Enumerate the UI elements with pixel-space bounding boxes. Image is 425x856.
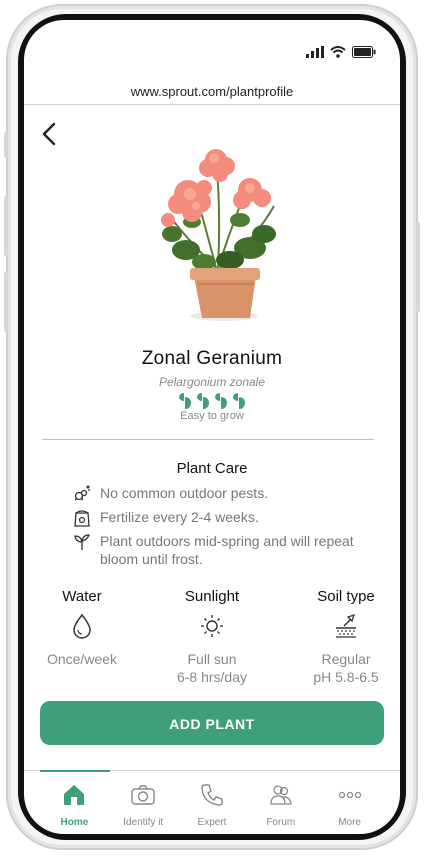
stat-value: Once/week [46, 651, 118, 667]
app-screen: www.sprout.com/plantprofile Zonal Gerani… [24, 20, 400, 834]
people-icon [270, 785, 292, 805]
home-icon [64, 785, 85, 805]
stat-sunlight: Sunlight Full sun 6-8 hrs/day [152, 588, 272, 686]
difficulty-leaf-icon [233, 393, 245, 409]
plant-image [161, 149, 276, 321]
plant-care-list: No common outdoor pests. Fertilize every… [72, 484, 372, 572]
stat-label: Water [62, 588, 102, 605]
tab-label: More [338, 817, 361, 828]
care-item-text: Fertilize every 2-4 weeks. [100, 509, 259, 525]
battery-icon [352, 46, 376, 58]
tab-label: Identify it [123, 817, 164, 828]
plant-name: Zonal Geranium [141, 348, 283, 369]
difficulty-label: Easy to grow [180, 410, 244, 422]
stat-soil: Soil type Regular pH 5.8-6.5 [292, 588, 400, 686]
wifi-icon [330, 46, 346, 58]
tab-label: Expert [197, 817, 227, 828]
stat-value: Regular [321, 651, 371, 667]
tab-label: Forum [266, 817, 296, 828]
back-button[interactable] [38, 120, 62, 148]
tab-more[interactable]: More [315, 778, 384, 828]
sprout-icon [74, 534, 90, 550]
bottom-tab-bar: Home Identify it Expert Forum More [40, 778, 384, 828]
water-drop-icon [73, 613, 91, 639]
more-dots-icon [338, 791, 361, 799]
soil-trowel-icon [336, 613, 356, 638]
stat-label: Sunlight [184, 588, 240, 605]
tab-active-indicator [40, 770, 110, 772]
camera-icon [131, 785, 155, 805]
fertilizer-bag-icon [74, 510, 90, 527]
tab-identify[interactable]: Identify it [109, 778, 178, 828]
url-divider [24, 104, 400, 105]
pest-icon [74, 485, 90, 501]
plant-care-title: Plant Care [176, 460, 248, 477]
care-item-text: No common outdoor pests. [100, 485, 269, 501]
care-item: Fertilize every 2-4 weeks. [72, 508, 372, 528]
mute-switch [4, 132, 8, 158]
care-item: Plant outdoors mid-spring and will repea… [72, 532, 372, 568]
care-item-text: Plant outdoors mid-spring and will repea… [100, 533, 354, 567]
stat-value-secondary: 6-8 hrs/day [176, 669, 248, 685]
volume-up-button [4, 196, 8, 256]
phone-frame: www.sprout.com/plantprofile Zonal Gerani… [4, 4, 420, 850]
power-button [416, 222, 420, 312]
signal-icon [306, 46, 324, 58]
phone-icon [201, 784, 223, 806]
sun-icon [201, 615, 223, 637]
tab-home[interactable]: Home [40, 778, 109, 828]
difficulty-rating [24, 392, 400, 410]
difficulty-leaf-icon [197, 393, 209, 409]
chevron-left-icon [42, 122, 56, 146]
url-bar[interactable]: www.sprout.com/plantprofile [24, 80, 400, 104]
tab-forum[interactable]: Forum [246, 778, 315, 828]
difficulty-leaf-icon [179, 393, 191, 409]
care-item: No common outdoor pests. [72, 484, 372, 504]
volume-down-button [4, 272, 8, 332]
stat-value-secondary: pH 5.8-6.5 [313, 669, 379, 685]
difficulty-leaf-icon [215, 393, 227, 409]
tab-expert[interactable]: Expert [178, 778, 247, 828]
stat-label: Soil type [317, 588, 375, 605]
stat-value: Full sun [187, 651, 237, 667]
plant-scientific-name: Pelargonium zonale [158, 375, 266, 389]
stat-water: Water Once/week [24, 588, 142, 668]
tab-label: Home [60, 817, 89, 828]
section-divider [42, 439, 374, 440]
add-plant-button[interactable]: ADD PLANT [40, 701, 384, 745]
growing-stats: Water Once/week Sunlight Full sun 6-8 hr… [24, 588, 400, 688]
status-bar [306, 46, 376, 58]
